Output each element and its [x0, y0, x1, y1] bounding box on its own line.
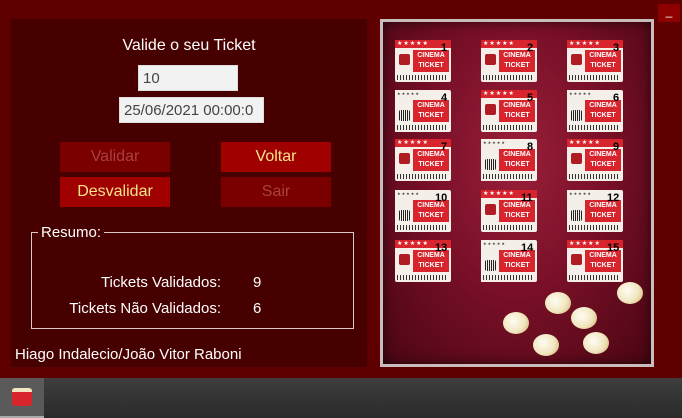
barcode-icon [569, 275, 619, 280]
nao-validados-label: Tickets Não Validados: [69, 300, 221, 317]
nao-validados-value: 6 [253, 300, 262, 317]
ticket-number[interactable]: 7 [441, 141, 447, 153]
date-input[interactable]: 25/06/2021 00:00:0 [119, 97, 264, 123]
barcode-icon [397, 75, 447, 80]
taskbar [0, 378, 682, 418]
barcode-icon [483, 275, 533, 280]
validar-button[interactable]: Validar [60, 142, 170, 172]
resumo-group: Resumo: Tickets Validados: 9 Tickets Não… [31, 224, 354, 329]
barcode-icon [397, 275, 447, 280]
ticket-number[interactable]: 3 [613, 42, 619, 54]
ticket-board: ★★★★★ CINEMA TICKET 1 ★★★★★ CINEMA TICKET 2 ★★… [380, 19, 654, 367]
popcorn-image [503, 312, 529, 334]
ticket-number[interactable]: 6 [613, 92, 619, 104]
barcode-icon [569, 174, 619, 179]
cinema-app-icon [12, 388, 32, 406]
camera-icon [571, 110, 582, 121]
camera-icon [399, 153, 410, 164]
camera-icon [571, 210, 582, 221]
ticket-number[interactable]: 15 [607, 242, 619, 254]
camera-icon [485, 204, 496, 215]
taskbar-app-button[interactable] [0, 378, 44, 418]
camera-icon [399, 110, 410, 121]
barcode-icon [569, 75, 619, 80]
ticket-number[interactable]: 9 [613, 141, 619, 153]
barcode-icon [397, 125, 447, 130]
main-window: _ Valide o seu Ticket 10 25/06/2021 00:0… [0, 0, 682, 378]
ticket-number[interactable]: 11 [521, 192, 533, 204]
ticket-number[interactable]: 10 [435, 192, 447, 204]
form-title: Valide o seu Ticket [122, 37, 256, 54]
barcode-icon [397, 225, 447, 230]
minimize-button[interactable]: _ [658, 4, 680, 22]
barcode-icon [483, 174, 533, 179]
validados-label: Tickets Validados: [100, 274, 221, 291]
camera-icon [399, 254, 410, 265]
ticket-number-input[interactable]: 10 [138, 65, 238, 91]
ticket-number[interactable]: 12 [607, 192, 619, 204]
camera-icon [399, 54, 410, 65]
camera-icon [571, 153, 582, 164]
popcorn-image [571, 307, 597, 329]
camera-icon [399, 210, 410, 221]
ticket-number[interactable]: 8 [527, 141, 533, 153]
resumo-legend: Resumo: [38, 224, 105, 241]
camera-icon [571, 54, 582, 65]
voltar-button[interactable]: Voltar [221, 142, 331, 172]
ticket-number[interactable]: 2 [527, 42, 533, 54]
popcorn-image [617, 282, 643, 304]
barcode-icon [569, 225, 619, 230]
ticket-number[interactable]: 13 [435, 242, 447, 254]
ticket-number[interactable]: 14 [521, 242, 533, 254]
ticket-number[interactable]: 1 [441, 42, 447, 54]
camera-icon [571, 254, 582, 265]
barcode-icon [483, 225, 533, 230]
ticket-number[interactable]: 5 [527, 92, 533, 104]
barcode-icon [569, 125, 619, 130]
popcorn-image [533, 334, 559, 356]
barcode-icon [483, 125, 533, 130]
authors-label: Hiago Indalecio/João Vitor Raboni [15, 346, 242, 363]
camera-icon [485, 54, 496, 65]
camera-icon [485, 159, 496, 170]
ticket-form-panel: Valide o seu Ticket 10 25/06/2021 00:00:… [11, 19, 367, 367]
sair-button[interactable]: Sair [221, 177, 331, 207]
barcode-icon [397, 174, 447, 179]
desvalidar-button[interactable]: Desvalidar [60, 177, 170, 207]
popcorn-image [545, 292, 571, 314]
barcode-icon [483, 75, 533, 80]
ticket-number[interactable]: 4 [441, 92, 447, 104]
popcorn-image [583, 332, 609, 354]
validados-value: 9 [253, 274, 262, 291]
camera-icon [485, 104, 496, 115]
camera-icon [485, 260, 496, 271]
